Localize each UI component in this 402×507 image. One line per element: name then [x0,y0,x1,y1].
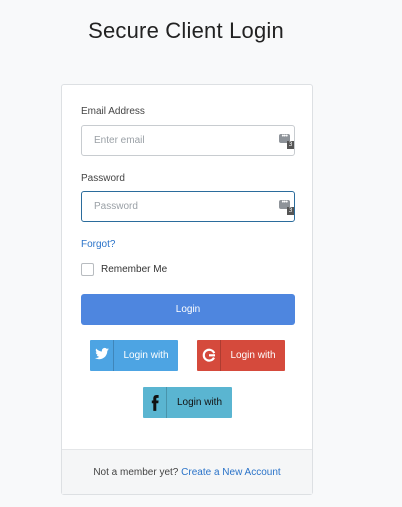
remember-me-label: Remember Me [101,264,168,275]
email-field[interactable] [82,126,294,155]
password-manager-badge: 3 [287,207,294,215]
email-field-wrapper: ••• 3 [81,125,295,156]
create-account-link[interactable]: Create a New Account [181,467,281,478]
page-title: Secure Client Login [88,18,284,43]
facebook-login-label: Login with [176,397,223,408]
forgot-password-link[interactable]: Forgot? [81,239,115,250]
twitter-login-label: Login with [123,350,169,361]
password-label: Password [81,173,125,184]
remember-me-checkbox[interactable] [81,263,94,276]
password-field-wrapper: ••• 3 [81,191,295,222]
password-manager-icon[interactable]: ••• 3 [279,133,294,149]
login-button[interactable]: Login [81,294,295,325]
password-manager-icon[interactable]: ••• 3 [279,199,294,215]
google-icon [197,340,221,371]
google-login-label: Login with [230,350,276,361]
signup-prompt: Not a member yet? [93,467,179,478]
password-manager-badge: 3 [287,141,294,149]
login-card: Email Address ••• 3 Password ••• 3 Forgo… [61,84,313,495]
twitter-icon [90,340,114,371]
login-form: Email Address ••• 3 Password ••• 3 Forgo… [62,85,312,449]
card-footer: Not a member yet? Create a New Account [62,449,312,494]
password-field[interactable] [82,192,294,221]
facebook-login-button[interactable]: Login with [143,387,232,418]
twitter-login-button[interactable]: Login with [90,340,178,371]
google-login-button[interactable]: Login with [197,340,285,371]
facebook-icon [143,387,167,418]
email-label: Email Address [81,106,145,117]
